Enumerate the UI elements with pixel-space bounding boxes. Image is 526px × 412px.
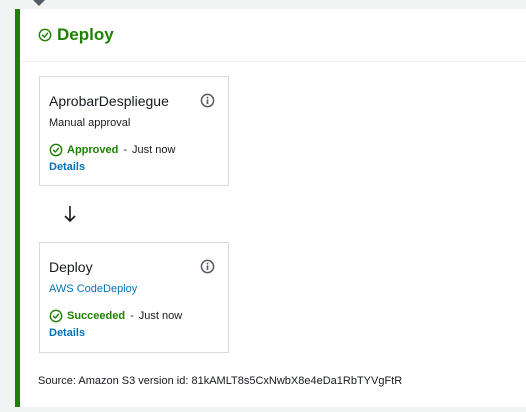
- status-time: Just now: [132, 144, 176, 156]
- action-provider-link[interactable]: AWS CodeDeploy: [49, 282, 218, 296]
- stage-title: Deploy: [57, 25, 114, 44]
- action-provider: Manual approval: [49, 117, 131, 129]
- stage-title-wrap: Deploy: [38, 25, 114, 45]
- action-name: Deploy: [49, 259, 93, 275]
- action-name: AprobarDespliegue: [49, 93, 169, 109]
- details-link[interactable]: Details: [49, 327, 218, 339]
- action-card-approval: AprobarDespliegue Manual approval Approv…: [39, 76, 229, 186]
- check-circle-icon: [38, 28, 52, 42]
- info-icon[interactable]: [200, 93, 216, 109]
- status-separator: -: [130, 310, 134, 322]
- status-separator: -: [123, 144, 128, 156]
- details-link[interactable]: Details: [49, 161, 218, 173]
- check-circle-icon: [49, 143, 63, 157]
- info-icon[interactable]: [200, 259, 216, 275]
- check-circle-icon: [49, 309, 63, 323]
- action-card-deploy: Deploy AWS CodeDeploy Succeeded - Just n…: [39, 242, 229, 353]
- action-status-row: Approved - Just now: [49, 142, 218, 158]
- status-time: Just now: [138, 310, 183, 322]
- source-revision: Source: Amazon S3 version id: 81kAMLT8s5…: [38, 375, 403, 387]
- stage-header: Deploy: [20, 9, 526, 62]
- action-card-header: Deploy: [49, 257, 218, 277]
- action-status: Succeeded: [67, 310, 126, 322]
- stage-panel: Deploy AprobarDespliegue Manual approval: [15, 9, 526, 407]
- action-status-row: Succeeded - Just now: [49, 308, 218, 324]
- arrow-down-icon: [64, 206, 76, 222]
- collapse-caret-icon: [33, 0, 45, 6]
- action-card-header: AprobarDespliegue: [49, 91, 218, 111]
- action-status: Approved: [67, 144, 119, 156]
